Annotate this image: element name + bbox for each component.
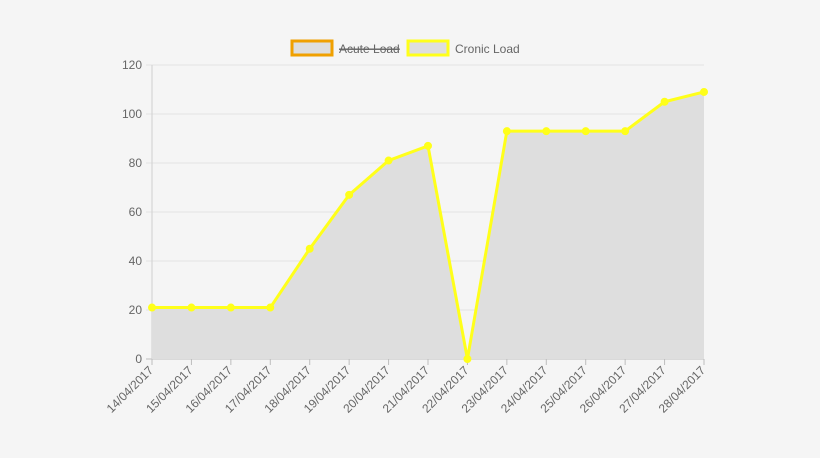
plot-area — [148, 87, 708, 363]
data-point — [266, 303, 275, 312]
chart-container: Acute Load Cronic Load 0 20 40 60 80 100 120 14… — [0, 0, 820, 458]
data-point — [424, 141, 432, 150]
data-point — [660, 97, 669, 106]
data-point — [148, 303, 156, 312]
data-point — [502, 127, 511, 136]
legend-swatch — [406, 39, 450, 57]
legend-label: Cronic Load — [455, 42, 520, 56]
y-tick-label: 120 — [122, 58, 142, 72]
chart-legend: Acute Load Cronic Load — [290, 39, 520, 57]
data-point — [463, 355, 472, 363]
y-axis-ticks: 0 20 40 60 80 100 120 — [122, 58, 142, 366]
x-axis-ticks: 14/04/201715/04/201716/04/201717/04/2017… — [104, 359, 708, 416]
line-area-chart: Acute Load Cronic Load 0 20 40 60 80 100 120 14… — [104, 39, 708, 416]
data-point — [581, 127, 590, 136]
data-point — [345, 190, 354, 199]
y-tick-label: 40 — [129, 254, 143, 268]
data-point — [305, 244, 314, 253]
y-tick-label: 0 — [135, 352, 142, 366]
y-tick-label: 60 — [129, 205, 143, 219]
y-tick-label: 80 — [129, 156, 143, 170]
legend-swatch — [290, 39, 334, 57]
data-point — [187, 303, 196, 312]
y-tick-label: 100 — [122, 107, 142, 121]
data-point — [700, 87, 708, 96]
data-point — [542, 127, 551, 136]
y-tick-label: 20 — [129, 303, 143, 317]
data-point — [621, 127, 630, 136]
data-point — [384, 156, 393, 165]
data-point — [226, 303, 235, 312]
